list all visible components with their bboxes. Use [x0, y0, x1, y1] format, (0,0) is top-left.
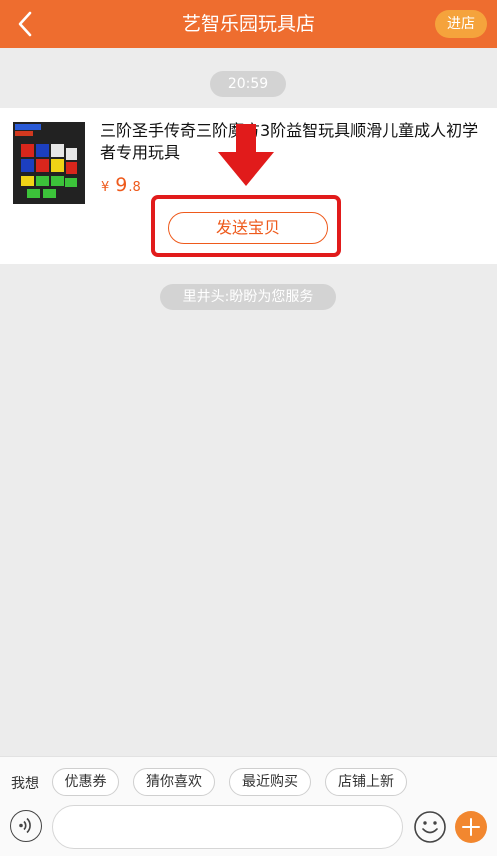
chip-recent-purchase[interactable]: 最近购买 [229, 768, 311, 796]
chip-guess-you-like[interactable]: 猜你喜欢 [133, 768, 215, 796]
smiley-icon [414, 811, 446, 843]
voice-button[interactable] [10, 810, 42, 842]
plus-icon [462, 818, 480, 836]
emoji-button[interactable] [413, 810, 447, 844]
enter-shop-button[interactable]: 进店 [435, 10, 487, 38]
want-label: 我想 [11, 776, 39, 792]
product-price: ¥9.8 [101, 174, 141, 196]
red-arrow-down-icon [218, 124, 274, 186]
price-main: 9 [115, 174, 128, 196]
bottom-input-bar: 我想 优惠券 猜你喜欢 最近购买 店铺上新 [0, 756, 497, 856]
timestamp: 20:59 [210, 71, 286, 97]
voice-wave-icon [19, 817, 31, 834]
more-button[interactable] [455, 811, 487, 843]
shop-title: 艺智乐园玩具店 [181, 13, 315, 35]
top-bar: 艺智乐园玩具店 进店 [0, 0, 497, 48]
price-cents: .8 [128, 180, 141, 195]
send-item-button[interactable]: 发送宝贝 [168, 212, 328, 244]
currency-symbol: ¥ [101, 180, 110, 195]
rubiks-cube-image [13, 122, 85, 204]
chip-shop-new[interactable]: 店铺上新 [325, 768, 407, 796]
message-input[interactable] [52, 805, 403, 849]
service-notice: 里井头:盼盼为您服务 [160, 284, 336, 310]
product-title[interactable]: 三阶圣手传奇三阶魔方3阶益智玩具顺滑儿童成人初学者专用玩具 [100, 120, 480, 164]
chip-coupon[interactable]: 优惠券 [52, 768, 119, 796]
product-thumbnail[interactable] [13, 122, 85, 204]
